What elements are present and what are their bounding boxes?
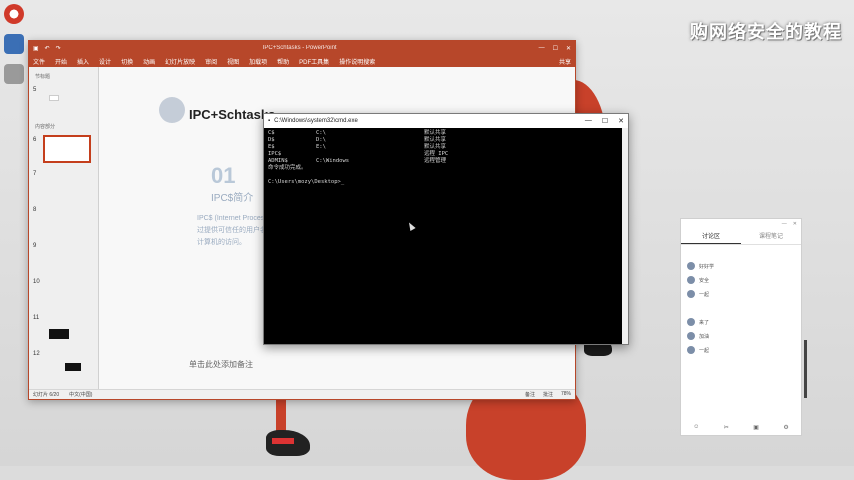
close-icon[interactable]: ✕	[566, 45, 571, 52]
cmd-prompt[interactable]: C:\Users\mozy\Desktop>_	[268, 179, 624, 186]
list-item: 加油	[681, 329, 801, 343]
save-icon[interactable]: ▣	[33, 45, 39, 52]
avatar	[687, 262, 695, 270]
panel-scrollbar[interactable]	[804, 340, 807, 398]
thumb-slide-12[interactable]	[65, 363, 81, 371]
thumb-number: 7	[33, 171, 37, 177]
list-item: 一起	[681, 343, 801, 357]
thumb-number: 6	[33, 137, 37, 143]
list-item: 好好学	[681, 259, 801, 273]
share-button[interactable]: 共享	[559, 57, 571, 66]
minimize-icon[interactable]: —	[585, 117, 592, 125]
close-icon[interactable]: ✕	[618, 117, 624, 125]
undo-icon[interactable]: ↶	[45, 45, 50, 52]
maximize-icon[interactable]: ☐	[553, 45, 558, 52]
slide-counter: 幻灯片 6/20	[33, 392, 60, 398]
tell-me-search[interactable]: 操作说明搜索	[339, 57, 375, 66]
tab-review[interactable]: 审阅	[205, 57, 217, 66]
list-item: 一起	[681, 287, 801, 301]
tab-home[interactable]: 开始	[55, 57, 67, 66]
ppt-window-controls: — ☐ ✕	[539, 45, 571, 52]
tools-icon[interactable]: ✂	[724, 424, 729, 431]
thumb-section-title: 节标题	[35, 74, 51, 80]
close-icon[interactable]: ✕	[793, 221, 797, 227]
thumb-number: 10	[33, 279, 40, 285]
share-row: C$ C:\ 默认共享	[268, 130, 447, 136]
tab-help[interactable]: 帮助	[277, 57, 289, 66]
slide-subtitle[interactable]: IPC$简介	[211, 189, 253, 204]
tab-pdf[interactable]: PDF工具集	[299, 57, 329, 66]
thumb-number: 8	[33, 207, 37, 213]
slide-thumbnails-pane[interactable]: 节标题 5 内容部分 6 7 8 9 10 11 12	[29, 67, 99, 389]
panel-controls: — ✕	[681, 219, 801, 229]
tab-addins[interactable]: 加载项	[249, 57, 267, 66]
share-row: ADMIN$ C:\Windows 远程管理	[268, 158, 447, 164]
list-item: 安全	[681, 273, 801, 287]
tab-discussion[interactable]: 讨论区	[681, 229, 741, 244]
ppt-doc-title: IPC+Schtasks - PowerPoint	[262, 45, 337, 51]
tab-file[interactable]: 文件	[33, 57, 45, 66]
notes-button[interactable]: 备注	[525, 391, 535, 398]
tab-notes[interactable]: 课程笔记	[741, 229, 801, 244]
tab-view[interactable]: 视图	[227, 57, 239, 66]
tab-insert[interactable]: 插入	[77, 57, 89, 66]
desktop-app-icon[interactable]	[4, 4, 24, 24]
tab-animations[interactable]: 动画	[143, 57, 155, 66]
thumb-number: 9	[33, 243, 37, 249]
discussion-panel[interactable]: — ✕ 讨论区 课程笔记 好好学 安全 一起 来了 加油 一起 ☺ ✂ ▣ ⚙	[680, 218, 802, 436]
thumb-slide-11[interactable]	[49, 329, 69, 339]
avatar	[687, 290, 695, 298]
cmd-titlebar[interactable]: ▪ C:\Windows\system32\cmd.exe — ☐ ✕	[264, 114, 628, 128]
avatar	[687, 318, 695, 326]
cmd-window[interactable]: ▪ C:\Windows\system32\cmd.exe — ☐ ✕ C$ C:…	[263, 113, 629, 345]
settings-icon[interactable]: ⚙	[783, 424, 788, 431]
panel-tabs: 讨论区 课程笔记	[681, 229, 801, 245]
tab-transitions[interactable]: 切换	[121, 57, 133, 66]
redo-icon[interactable]: ↷	[56, 45, 61, 52]
minimize-icon[interactable]: —	[539, 45, 545, 52]
notes-placeholder[interactable]: 单击此处添加备注	[189, 359, 253, 370]
thumb-number: 12	[33, 351, 40, 357]
list-item: 来了	[681, 315, 801, 329]
thumb-section-content: 内容部分	[35, 124, 56, 130]
watermark: 购网络安全的教程	[690, 22, 842, 42]
list-item	[681, 301, 801, 315]
cmd-success-message: 命令成功完成。	[268, 165, 307, 171]
thumb-slide-6[interactable]	[43, 135, 91, 163]
share-row: D$ D:\ 默认共享	[268, 137, 447, 143]
tab-slideshow[interactable]: 幻灯片放映	[165, 57, 195, 66]
share-row: IPC$ 远程 IPC	[268, 151, 449, 157]
minimize-icon[interactable]: —	[782, 221, 787, 227]
thumb-number: 11	[33, 315, 40, 321]
cmd-scrollbar[interactable]	[622, 128, 628, 344]
list-item	[681, 245, 801, 259]
avatar	[687, 346, 695, 354]
panel-toolbar: ☺ ✂ ▣ ⚙	[681, 424, 801, 431]
thumb-slide-5[interactable]	[49, 95, 59, 101]
emoji-icon[interactable]: ☺	[693, 424, 699, 431]
desktop-icons	[4, 4, 26, 94]
thumb-number: 5	[33, 87, 37, 93]
desktop-folder-icon[interactable]	[4, 34, 24, 54]
slide-section-number[interactable]: 01	[211, 163, 235, 189]
avatar	[687, 332, 695, 340]
ppt-ribbon-tabs: 文件 开始 插入 设计 切换 动画 幻灯片放映 审阅 视图 加载项 帮助 PDF…	[29, 55, 575, 67]
slide-body-line[interactable]: 计算机的访问。	[197, 237, 246, 247]
zoom-level[interactable]: 78%	[561, 391, 571, 398]
language-indicator[interactable]: 中文(中国)	[69, 391, 92, 398]
desktop-file-icon[interactable]	[4, 64, 24, 84]
maximize-icon[interactable]: ☐	[602, 117, 608, 125]
cmd-icon: ▪	[268, 118, 271, 124]
cmd-output[interactable]: C$ C:\ 默认共享 D$ D:\ 默认共享 E$ E:\ 默认共享 IPC$ 远程 IPC…	[264, 128, 628, 188]
avatar	[687, 276, 695, 284]
cmd-title: C:\Windows\system32\cmd.exe	[274, 118, 358, 124]
comments-button[interactable]: 批注	[543, 391, 553, 398]
share-row: E$ E:\ 默认共享	[268, 144, 447, 150]
ppt-titlebar[interactable]: ▣ ↶ ↷ IPC+Schtasks - PowerPoint — ☐ ✕	[29, 41, 575, 55]
image-icon[interactable]: ▣	[753, 424, 759, 431]
slide-decoration-circle	[159, 97, 185, 123]
ppt-status-bar: 幻灯片 6/20 中文(中国) 备注 批注 78%	[29, 389, 575, 399]
tab-design[interactable]: 设计	[99, 57, 111, 66]
